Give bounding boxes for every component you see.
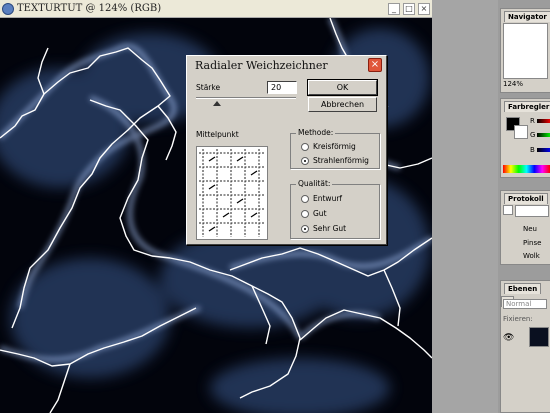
navigator-preview[interactable] xyxy=(503,23,548,79)
quality-option-label: Sehr Gut xyxy=(313,224,347,233)
minimize-button[interactable]: _ xyxy=(388,3,400,15)
method-group: Methode: Kreisförmig Strahlenförmig xyxy=(290,128,380,169)
radial-blur-dialog: Radialer Weichzeichner × Stärke 20 OK Ab… xyxy=(186,55,387,245)
layers-palette: Ebenen K Normal Fixieren: 👁 xyxy=(500,280,550,413)
green-slider[interactable] xyxy=(537,133,550,137)
quality-option-good[interactable]: Gut xyxy=(301,209,327,218)
slider-thumb[interactable] xyxy=(213,101,221,106)
blend-mode-select[interactable]: Normal xyxy=(503,299,547,309)
workspace-background xyxy=(432,0,498,413)
slider-track xyxy=(196,97,296,99)
method-option-circular[interactable]: Kreisförmig xyxy=(301,142,356,151)
background-color-swatch[interactable] xyxy=(514,125,528,139)
quality-option-label: Entwurf xyxy=(313,194,343,203)
ok-button[interactable]: OK xyxy=(307,79,378,96)
layer-thumbnail[interactable] xyxy=(529,327,549,347)
dialog-title-bar[interactable]: Radialer Weichzeichner × xyxy=(189,58,384,73)
history-item[interactable]: Pinse xyxy=(523,239,541,247)
navigator-palette: Navigator 124% xyxy=(500,8,550,93)
channel-label-g: G xyxy=(530,131,536,139)
close-window-button[interactable]: × xyxy=(418,3,430,15)
blur-center-preview[interactable] xyxy=(196,146,268,240)
photoshop-icon xyxy=(2,2,14,15)
radio-circle[interactable] xyxy=(301,224,309,233)
radial-preview-lines xyxy=(199,149,265,237)
color-palette: Farbregler R G B xyxy=(500,98,550,178)
tab-history[interactable]: Protokoll xyxy=(504,193,548,204)
eye-icon[interactable]: 👁 xyxy=(503,333,514,343)
dialog-title: Radialer Weichzeichner xyxy=(195,59,328,72)
document-title-bar[interactable]: TEXTURTUT @ 124% (RGB) xyxy=(0,0,432,18)
color-ramp[interactable] xyxy=(503,165,550,173)
maximize-button[interactable]: □ xyxy=(403,3,415,15)
amount-input[interactable]: 20 xyxy=(267,81,297,94)
history-snapshot[interactable] xyxy=(503,205,513,215)
tab-layers[interactable]: Ebenen xyxy=(504,283,542,294)
method-label: Methode: xyxy=(296,128,336,137)
amount-label: Stärke xyxy=(196,83,221,92)
history-palette: Protokoll Neu Pinse Wolk xyxy=(500,190,550,265)
cancel-button[interactable]: Abbrechen xyxy=(308,97,377,112)
channel-label-r: R xyxy=(530,117,535,125)
history-thumbnail xyxy=(515,205,549,217)
channel-label-b: B xyxy=(530,146,535,154)
quality-label: Qualität: xyxy=(296,179,333,188)
radio-circle[interactable] xyxy=(301,156,309,165)
document-title: TEXTURTUT @ 124% (RGB) xyxy=(17,3,162,14)
dialog-close-button[interactable]: × xyxy=(368,58,382,72)
center-label: Mittelpunkt xyxy=(196,130,239,139)
history-item[interactable]: Wolk xyxy=(523,252,540,260)
red-slider[interactable] xyxy=(537,119,550,123)
tab-navigator[interactable]: Navigator xyxy=(504,11,550,22)
tab-color[interactable]: Farbregler xyxy=(504,101,550,112)
navigator-zoom[interactable]: 124% xyxy=(503,80,523,88)
quality-group: Qualität: Entwurf Gut Sehr Gut xyxy=(290,179,380,239)
quality-option-label: Gut xyxy=(313,209,327,218)
method-option-label: Strahlenförmig xyxy=(313,156,369,165)
quality-option-draft[interactable]: Entwurf xyxy=(301,194,342,203)
method-option-radial[interactable]: Strahlenförmig xyxy=(301,156,369,165)
history-item[interactable]: Neu xyxy=(523,225,537,233)
blue-slider[interactable] xyxy=(537,148,550,152)
amount-slider[interactable] xyxy=(196,96,296,106)
lock-label: Fixieren: xyxy=(503,315,533,323)
quality-option-best[interactable]: Sehr Gut xyxy=(301,224,346,233)
radio-circle[interactable] xyxy=(301,194,309,203)
radio-circle[interactable] xyxy=(301,142,309,151)
radio-circle[interactable] xyxy=(301,209,309,218)
method-option-label: Kreisförmig xyxy=(313,142,356,151)
